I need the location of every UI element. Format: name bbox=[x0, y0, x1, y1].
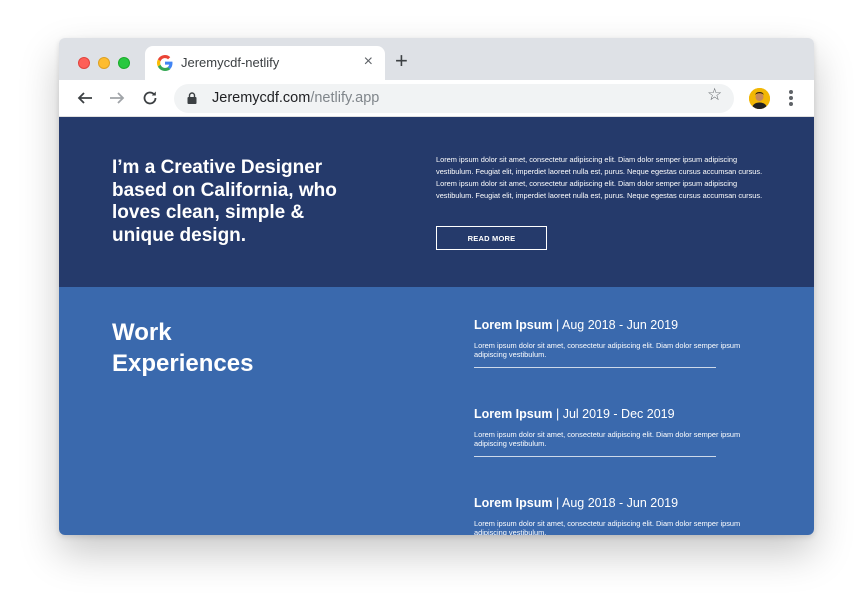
divider bbox=[474, 456, 716, 458]
close-window-button[interactable] bbox=[78, 57, 90, 69]
tab-active[interactable]: Jeremycdf-netlify × bbox=[145, 46, 385, 80]
url-text: Jeremycdf.com/netlify.app bbox=[212, 90, 379, 106]
web-page: I’m a Creative Designer based on Califor… bbox=[59, 117, 814, 535]
company-name: Lorem Ipsum bbox=[474, 318, 553, 332]
new-tab-button[interactable]: + bbox=[395, 50, 408, 72]
experience-heading: Lorem Ipsum | Jul 2019 - Dec 2019 bbox=[474, 406, 774, 422]
hero-section: I’m a Creative Designer based on Califor… bbox=[59, 117, 814, 287]
browser-window: Jeremycdf-netlify × + Jeremycdf.com/netl… bbox=[59, 38, 814, 535]
experience-item: Lorem Ipsum | Aug 2018 - Jun 2019 Lorem … bbox=[474, 495, 774, 535]
experience-item: Lorem Ipsum | Aug 2018 - Jun 2019 Lorem … bbox=[474, 317, 774, 369]
tab-title: Jeremycdf-netlify bbox=[181, 55, 280, 70]
lock-icon bbox=[187, 92, 197, 104]
bookmark-star-icon[interactable]: ☆ bbox=[707, 85, 722, 105]
more-options-icon[interactable] bbox=[785, 89, 797, 109]
experience-item: Lorem Ipsum | Jul 2019 - Dec 2019 Lorem … bbox=[474, 406, 774, 458]
experience-heading: Lorem Ipsum | Aug 2018 - Jun 2019 bbox=[474, 495, 774, 511]
avatar[interactable] bbox=[749, 88, 770, 109]
work-experience-section: Work Experiences Lorem Ipsum | Aug 2018 … bbox=[59, 287, 814, 535]
date-range: | Aug 2018 - Jun 2019 bbox=[552, 496, 679, 510]
back-button[interactable] bbox=[74, 87, 96, 109]
date-range: | Aug 2018 - Jun 2019 bbox=[552, 318, 679, 332]
experience-description: Lorem ipsum dolor sit amet, consectetur … bbox=[474, 341, 741, 359]
experience-description: Lorem ipsum dolor sit amet, consectetur … bbox=[474, 430, 741, 448]
arrow-right-icon bbox=[110, 92, 125, 104]
experience-heading: Lorem Ipsum | Aug 2018 - Jun 2019 bbox=[474, 317, 774, 333]
company-name: Lorem Ipsum bbox=[474, 407, 553, 421]
hero-heading: I’m a Creative Designer based on Califor… bbox=[112, 157, 337, 246]
profile-photo-icon bbox=[749, 88, 770, 109]
tab-strip: Jeremycdf-netlify × + bbox=[59, 38, 814, 80]
read-more-button[interactable]: READ MORE bbox=[436, 226, 547, 250]
address-bar[interactable]: Jeremycdf.com/netlify.app bbox=[174, 84, 734, 113]
browser-toolbar: Jeremycdf.com/netlify.app ☆ bbox=[59, 80, 814, 117]
forward-button[interactable] bbox=[106, 87, 128, 109]
divider bbox=[474, 367, 716, 369]
google-icon bbox=[157, 55, 173, 71]
maximize-window-button[interactable] bbox=[118, 57, 130, 69]
arrow-left-icon bbox=[77, 92, 92, 104]
close-tab-icon[interactable]: × bbox=[364, 53, 373, 71]
minimize-window-button[interactable] bbox=[98, 57, 110, 69]
hero-description: Lorem ipsum dolor sit amet, consectetur … bbox=[436, 155, 763, 201]
section-title: Work Experiences bbox=[112, 319, 254, 377]
date-range: | Jul 2019 - Dec 2019 bbox=[552, 407, 675, 421]
experience-description: Lorem ipsum dolor sit amet, consectetur … bbox=[474, 519, 741, 535]
reload-button[interactable] bbox=[139, 87, 161, 109]
url-domain: Jeremycdf.com bbox=[212, 90, 311, 106]
company-name: Lorem Ipsum bbox=[474, 496, 553, 510]
url-path: /netlify.app bbox=[310, 90, 380, 106]
reload-icon bbox=[143, 91, 157, 105]
